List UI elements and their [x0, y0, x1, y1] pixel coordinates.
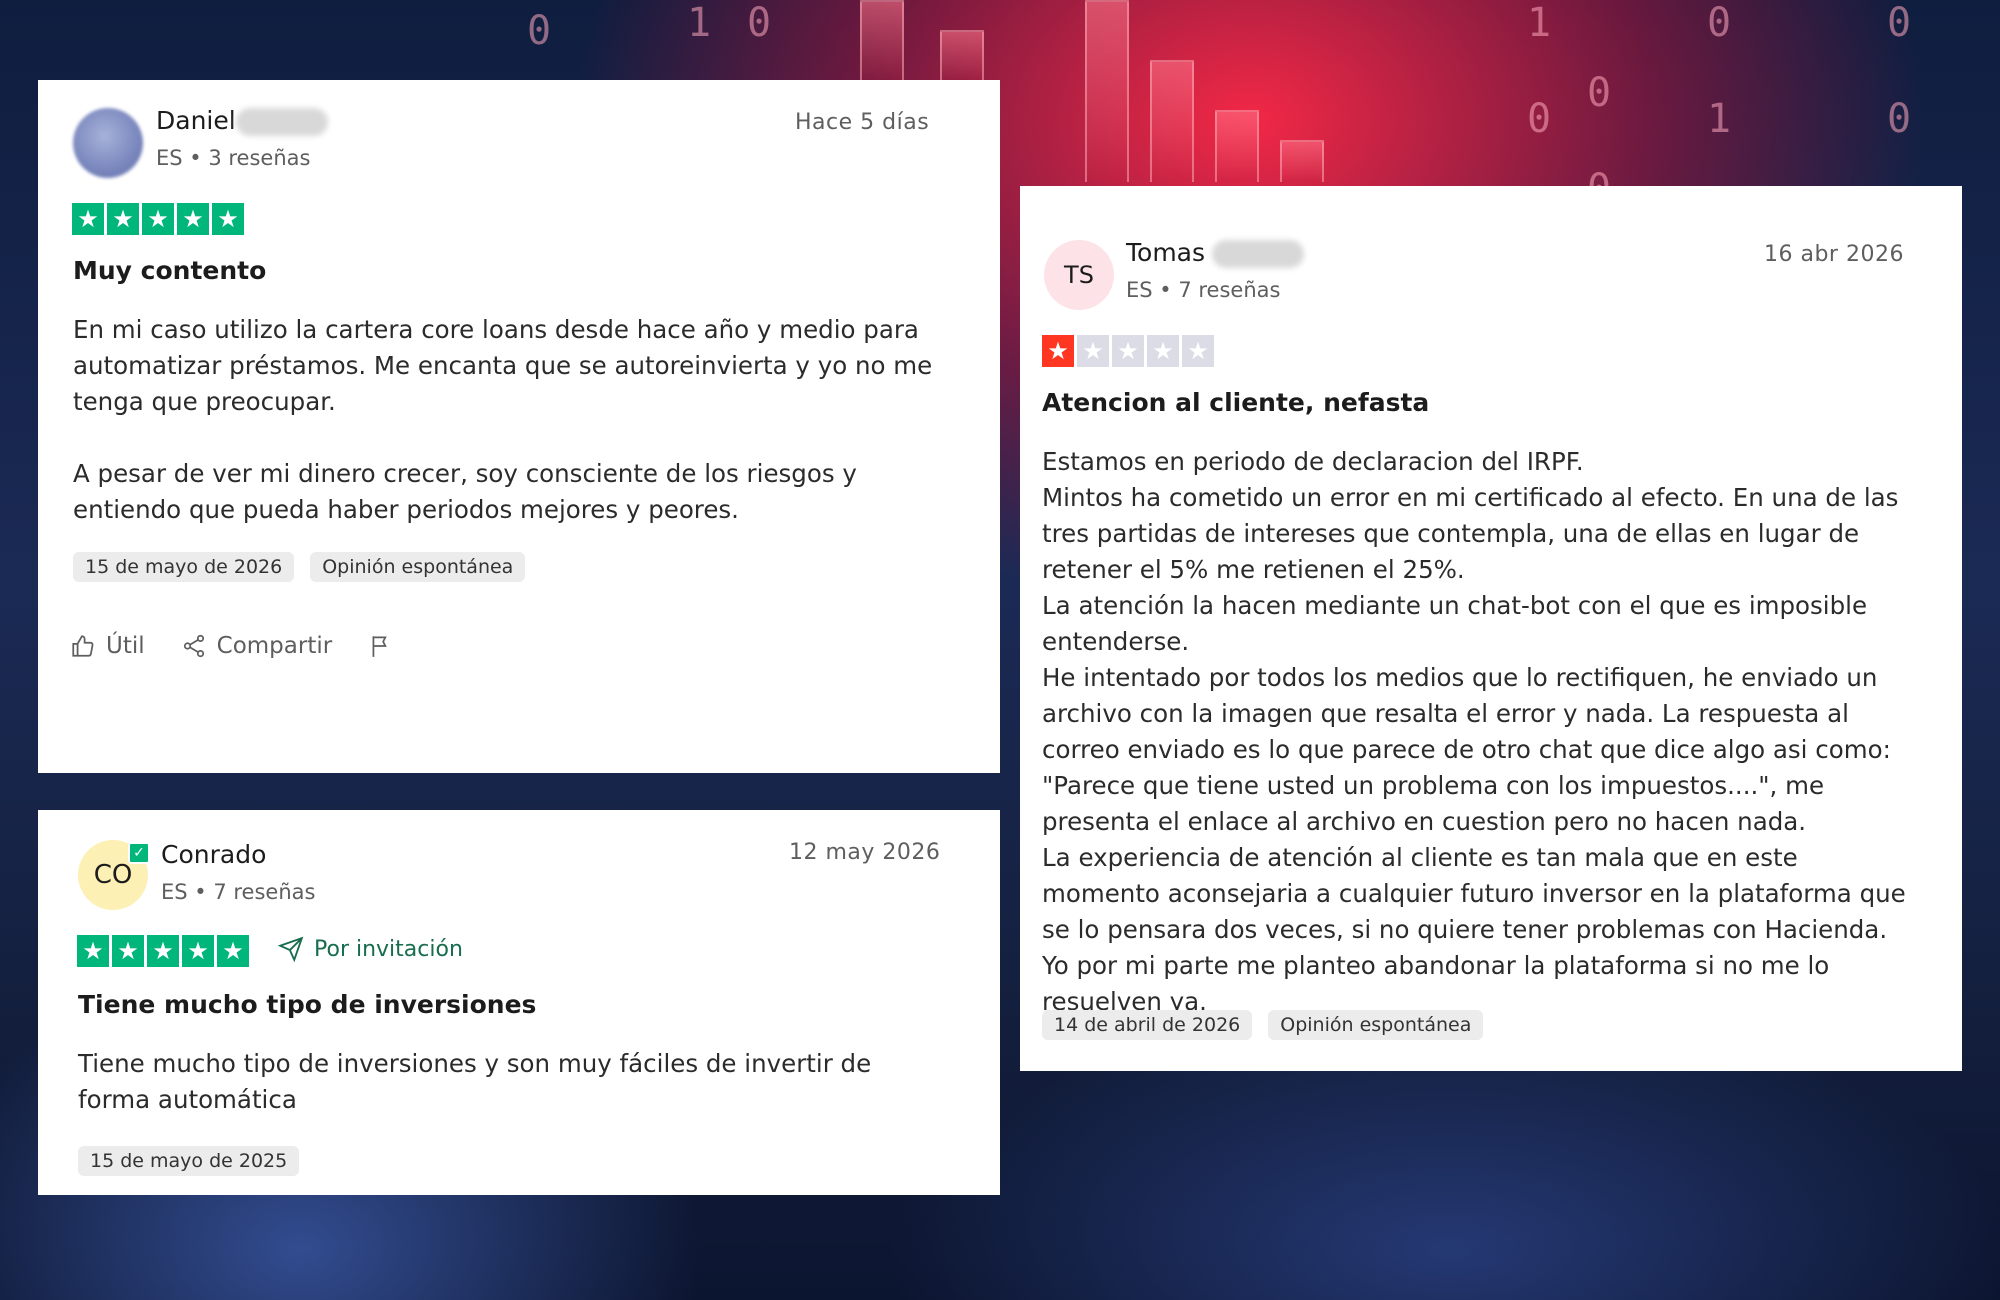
useful-label: Útil	[106, 633, 145, 659]
review-body: Tiene mucho tipo de inversiones y son mu…	[78, 1049, 872, 1114]
star-rating: ★ ★ ★ ★ ★	[72, 203, 244, 235]
paragraph: Estamos en periodo de declaracion del IR…	[1042, 447, 1584, 476]
paragraph: En mi caso utilizo la cartera core loans…	[73, 315, 933, 416]
review-card-tomas: TS Tomas ES • 7 reseñas 16 abr 2026 ★ ★ …	[1020, 186, 1962, 1071]
review-tags: 14 de abril de 2026 Opinión espontánea	[1042, 1010, 1484, 1040]
useful-button[interactable]: Útil	[70, 633, 145, 659]
date-tag: 15 de mayo de 2026	[73, 552, 295, 582]
bg-bar	[1280, 140, 1324, 182]
send-icon	[278, 936, 304, 962]
star-icon: ★	[1147, 335, 1179, 367]
share-button[interactable]: Compartir	[181, 633, 333, 659]
reviewer-meta: ES • 7 reseñas	[161, 880, 316, 904]
star-icon: ★	[217, 935, 249, 967]
star-icon: ★	[1077, 335, 1109, 367]
avatar[interactable]	[73, 108, 143, 178]
invitation-badge: Por invitación	[278, 936, 463, 962]
star-rating: ★ ★ ★ ★ ★	[77, 935, 249, 967]
reviewer-name[interactable]: Tomas	[1126, 238, 1205, 267]
star-icon: ★	[1182, 335, 1214, 367]
report-button[interactable]	[368, 633, 394, 659]
share-icon	[183, 634, 204, 658]
review-date: 12 may 2026	[789, 840, 941, 865]
star-icon: ★	[177, 203, 209, 235]
bg-bar	[940, 30, 984, 82]
bg-bar	[860, 0, 904, 82]
paragraph: Mintos ha cometido un error en mi certif…	[1042, 483, 1899, 584]
review-card-conrado: CO ✓ Conrado ES • 7 reseñas 12 may 2026 …	[38, 810, 1000, 1195]
review-title[interactable]: Muy contento	[73, 256, 266, 285]
review-title[interactable]: Tiene mucho tipo de inversiones	[78, 990, 536, 1019]
share-label: Compartir	[216, 633, 333, 659]
reviewer-meta: ES • 3 reseñas	[156, 146, 311, 170]
invitation-label: Por invitación	[314, 936, 463, 962]
review-actions: Útil Compartir	[70, 633, 394, 659]
review-body: Estamos en periodo de declaracion del IR…	[1042, 444, 1912, 1020]
paragraph: He intentado por todos los medios que lo…	[1042, 663, 1891, 836]
redacted-surname	[236, 108, 328, 136]
date-tag: 15 de mayo de 2025	[78, 1146, 300, 1176]
review-date: 16 abr 2026	[1764, 242, 1904, 267]
review-card-daniel: Daniel ES • 3 reseñas Hace 5 días ★ ★ ★ …	[38, 80, 1000, 773]
reviewer-name[interactable]: Daniel	[156, 106, 236, 135]
flag-icon	[372, 636, 387, 657]
bg-bar	[1085, 0, 1129, 182]
bg-digits: 0 1	[1696, 0, 1742, 144]
star-icon: ★	[1112, 335, 1144, 367]
thumbs-up-icon	[72, 635, 94, 657]
star-icon: ★	[77, 935, 109, 967]
star-icon: ★	[182, 935, 214, 967]
reviewer-meta: ES • 7 reseñas	[1126, 278, 1281, 302]
star-icon: ★	[142, 203, 174, 235]
paragraph: A pesar de ver mi dinero crecer, soy con…	[73, 459, 857, 524]
review-title[interactable]: Atencion al cliente, nefasta	[1042, 388, 1429, 417]
star-rating: ★ ★ ★ ★ ★	[1042, 335, 1214, 367]
review-tags: 15 de mayo de 2026 Opinión espontánea	[73, 552, 526, 582]
source-tag: Opinión espontánea	[310, 552, 526, 582]
bg-bar	[1215, 110, 1259, 182]
star-icon: ★	[1042, 335, 1074, 367]
star-icon: ★	[107, 203, 139, 235]
review-tags: 15 de mayo de 2025	[78, 1146, 300, 1176]
date-tag: 14 de abril de 2026	[1042, 1010, 1253, 1040]
redacted-surname	[1212, 240, 1304, 268]
verified-check-icon: ✓	[128, 842, 150, 864]
avatar[interactable]: TS	[1044, 240, 1114, 310]
source-tag: Opinión espontánea	[1268, 1010, 1484, 1040]
review-body: En mi caso utilizo la cartera core loans…	[73, 312, 953, 528]
star-icon: ★	[147, 935, 179, 967]
reviewer-name[interactable]: Conrado	[161, 840, 266, 869]
paragraph: La experiencia de atención al cliente es…	[1042, 843, 1906, 1016]
bg-bar	[1150, 60, 1194, 182]
star-icon: ★	[72, 203, 104, 235]
star-icon: ★	[112, 935, 144, 967]
paragraph: La atención la hacen mediante un chat-bo…	[1042, 591, 1868, 656]
review-date: Hace 5 días	[795, 110, 930, 135]
star-icon: ★	[212, 203, 244, 235]
